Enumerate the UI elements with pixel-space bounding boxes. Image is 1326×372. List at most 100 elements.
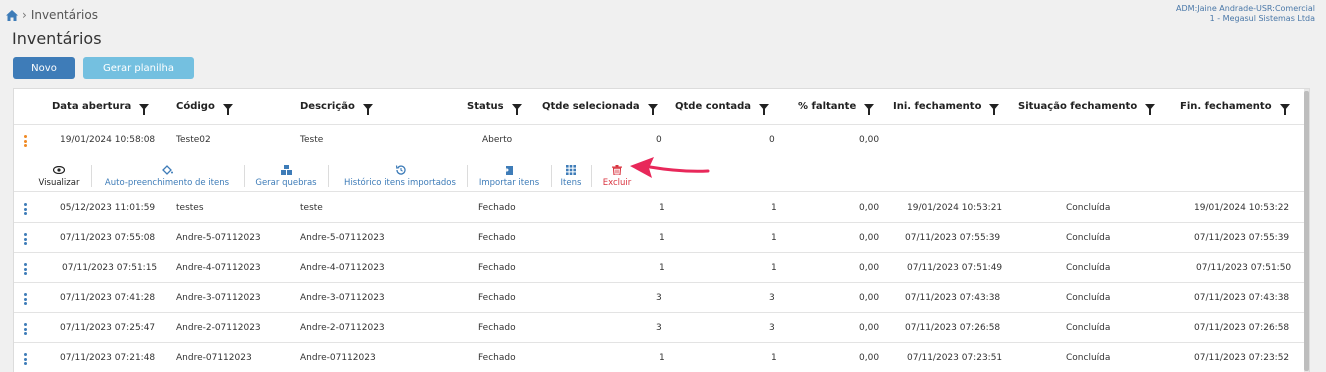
- table-row[interactable]: 07/11/2023 07:41:28 Andre-3-07112023 And…: [14, 283, 1304, 313]
- filter-icon[interactable]: [647, 103, 658, 115]
- table-header: Data abertura Código Descrição Status Qt…: [14, 89, 1304, 125]
- filter-icon[interactable]: [864, 103, 875, 115]
- novo-button[interactable]: Novo: [13, 57, 75, 79]
- itens-label: Itens: [560, 177, 582, 188]
- cell-qtde-selecionada: 1: [659, 233, 665, 243]
- col-ini-fechamento: Ini. fechamento: [893, 89, 1000, 124]
- row-menu-icon[interactable]: [24, 353, 27, 365]
- cell-codigo: Teste02: [176, 135, 211, 145]
- cell-qtde-selecionada: 0: [656, 135, 662, 145]
- cell-ini-fechamento: 07/11/2023 07:55:39: [905, 233, 1001, 243]
- col-qtde-selecionada: Qtde selecionada: [542, 89, 658, 124]
- col-faltante: % faltante: [798, 89, 875, 124]
- cell-situacao: Concluída: [1066, 233, 1111, 243]
- cell-qtde-contada: 3: [769, 323, 775, 333]
- divider: [551, 165, 552, 187]
- cell-qtde-selecionada: 3: [656, 293, 662, 303]
- row-menu-icon[interactable]: [24, 323, 27, 335]
- filter-icon[interactable]: [362, 103, 373, 115]
- user-line: ADM:Jaine Andrade-USR:Comercial: [1176, 4, 1315, 13]
- cell-situacao: Concluída: [1066, 323, 1111, 333]
- gerar-planilha-button[interactable]: Gerar planilha: [83, 57, 194, 79]
- cell-fin-fechamento: 19/01/2024 10:53:22: [1194, 203, 1290, 213]
- cell-descricao: teste: [300, 203, 323, 213]
- row-menu-icon[interactable]: [24, 293, 27, 305]
- cell-codigo: testes: [176, 203, 204, 213]
- scrollbar-thumb[interactable]: [1304, 91, 1309, 371]
- table-row[interactable]: 07/11/2023 07:55:08 Andre-5-07112023 And…: [14, 223, 1304, 253]
- importar-itens-label: Importar itens: [478, 177, 540, 188]
- chevron-right-icon: ›: [22, 8, 27, 22]
- historico-label: Histórico itens importados: [344, 177, 456, 188]
- cell-qtde-contada: 1: [771, 203, 777, 213]
- row-menu-icon[interactable]: [24, 263, 27, 275]
- cell-ini-fechamento: 19/01/2024 10:53:21: [907, 203, 1003, 213]
- col-descricao: Descrição: [300, 89, 373, 124]
- cell-codigo: Andre-2-07112023: [176, 323, 261, 333]
- import-icon: [504, 165, 514, 175]
- breadcrumb-current: Inventários: [30, 8, 98, 22]
- filter-icon[interactable]: [511, 103, 522, 115]
- cell-qtde-selecionada: 1: [659, 203, 665, 213]
- cell-fin-fechamento: 07/11/2023 07:23:52: [1194, 353, 1290, 363]
- cell-situacao: Concluída: [1066, 353, 1111, 363]
- col-fin-fechamento: Fin. fechamento: [1180, 89, 1290, 124]
- vertical-scrollbar[interactable]: [1304, 89, 1309, 372]
- cell-data: 05/12/2023 11:01:59: [60, 203, 156, 213]
- cell-data: 07/11/2023 07:21:48: [60, 353, 156, 363]
- col-label: Código: [176, 101, 215, 112]
- visualizar-action[interactable]: Visualizar: [36, 161, 82, 191]
- col-label: Qtde contada: [675, 101, 752, 112]
- cell-faltante: 0,00: [859, 323, 880, 333]
- cell-qtde-selecionada: 3: [656, 323, 662, 333]
- table-row[interactable]: 07/11/2023 07:25:47 Andre-2-07112023 And…: [14, 313, 1304, 343]
- cell-descricao: Andre-5-07112023: [300, 233, 385, 243]
- cell-status: Fechado: [478, 323, 516, 333]
- filter-icon[interactable]: [222, 103, 233, 115]
- cell-situacao: Concluída: [1066, 203, 1111, 213]
- gerar-quebras-action[interactable]: Gerar quebras: [251, 161, 321, 191]
- cell-data: 07/11/2023 07:41:28: [60, 293, 156, 303]
- cell-data: 07/11/2023 07:25:47: [60, 323, 156, 333]
- cell-fin-fechamento: 07/11/2023 07:26:58: [1194, 323, 1290, 333]
- itens-action[interactable]: Itens: [558, 161, 584, 191]
- inventory-table: Data abertura Código Descrição Status Qt…: [13, 88, 1310, 372]
- auto-preenchimento-action[interactable]: Auto-preenchimento de itens: [98, 161, 236, 191]
- cell-status: Fechado: [478, 263, 516, 273]
- cell-faltante: 0,00: [859, 353, 880, 363]
- col-label: Qtde selecionada: [542, 101, 640, 112]
- divider: [91, 165, 92, 187]
- col-label: Fin. fechamento: [1180, 101, 1272, 112]
- cell-data: 19/01/2024 10:58:08: [60, 135, 156, 145]
- cell-faltante: 0,00: [859, 263, 880, 273]
- table-row[interactable]: 05/12/2023 11:01:59 testes teste Fechado…: [14, 193, 1304, 223]
- auto-preenchimento-label: Auto-preenchimento de itens: [104, 177, 230, 188]
- cell-status: Fechado: [478, 233, 516, 243]
- grid-icon: [566, 164, 576, 175]
- cell-ini-fechamento: 07/11/2023 07:51:49: [907, 263, 1003, 273]
- cell-status: Fechado: [478, 293, 516, 303]
- pointer-arrow-icon: [630, 157, 710, 178]
- row-actions: Visualizar Auto-preenchimento de itens G…: [14, 161, 714, 191]
- cell-ini-fechamento: 07/11/2023 07:43:38: [905, 293, 1001, 303]
- filter-icon[interactable]: [139, 103, 150, 115]
- filter-icon[interactable]: [1279, 103, 1290, 115]
- home-icon[interactable]: [6, 9, 18, 21]
- row-menu-icon[interactable]: [24, 233, 27, 245]
- col-label: Ini. fechamento: [893, 101, 982, 112]
- table-row[interactable]: 07/11/2023 07:51:15 Andre-4-07112023 And…: [14, 253, 1304, 283]
- filter-icon[interactable]: [759, 103, 770, 115]
- table-row[interactable]: 07/11/2023 07:21:48 Andre-07112023 Andre…: [14, 343, 1304, 372]
- filter-icon[interactable]: [1145, 103, 1156, 115]
- col-status: Status: [467, 89, 522, 124]
- row-menu-icon[interactable]: [24, 135, 27, 147]
- divider: [328, 165, 329, 187]
- filter-icon[interactable]: [989, 103, 1000, 115]
- divider: [244, 165, 245, 187]
- row-menu-icon[interactable]: [24, 203, 27, 215]
- historico-action[interactable]: Histórico itens importados: [336, 161, 464, 191]
- col-label: Data abertura: [52, 101, 132, 112]
- breadcrumb: › Inventários: [6, 8, 98, 22]
- importar-itens-action[interactable]: Importar itens: [474, 161, 544, 191]
- cell-descricao: Andre-07112023: [300, 353, 376, 363]
